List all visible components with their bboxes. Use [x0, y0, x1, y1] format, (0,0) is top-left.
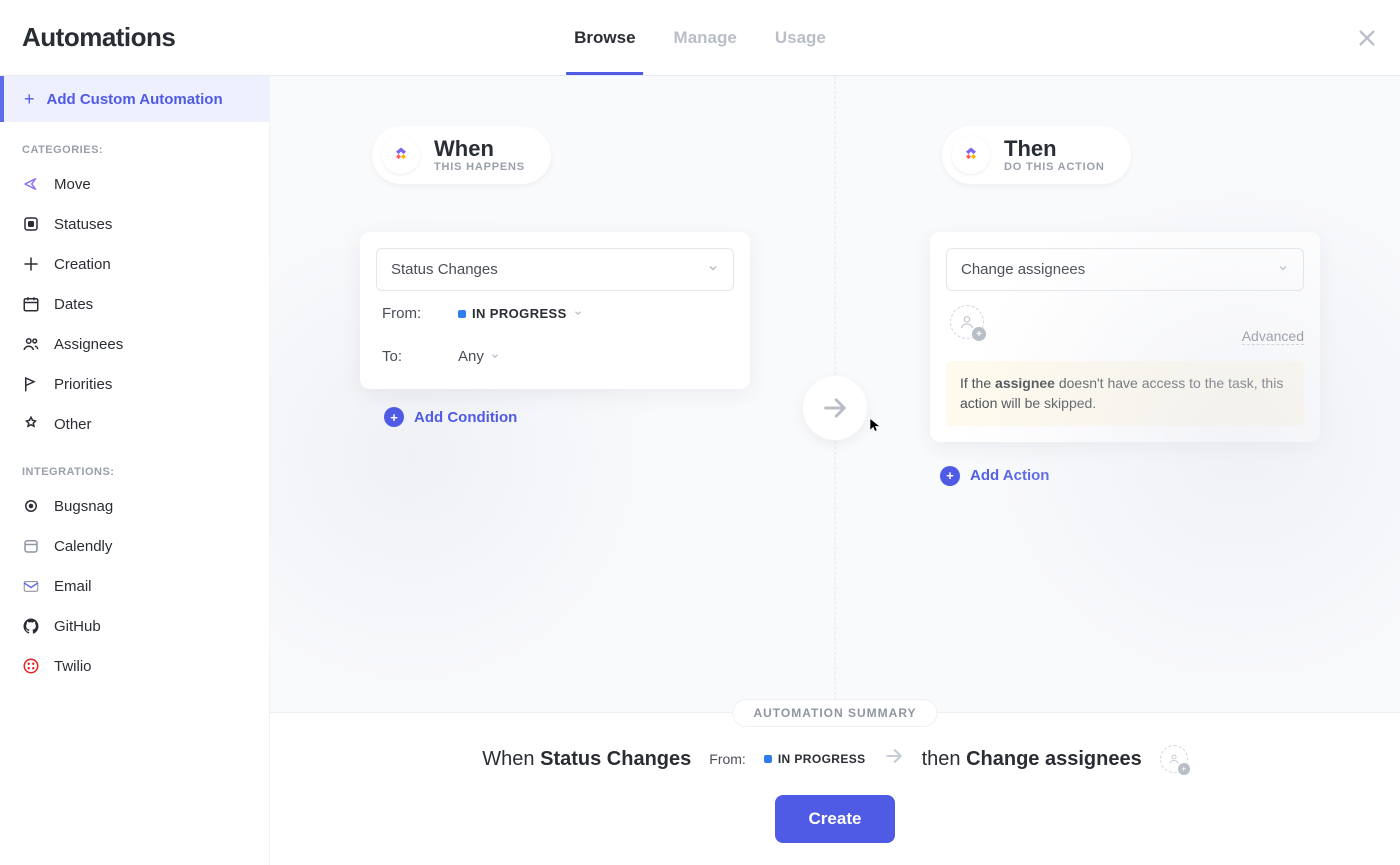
sidebar-item-github[interactable]: GitHub: [0, 606, 269, 646]
email-icon: [22, 577, 40, 595]
from-status-value: IN PROGRESS: [472, 306, 567, 321]
github-icon: [22, 617, 40, 635]
then-subtitle: DO THIS ACTION: [1004, 161, 1105, 173]
add-custom-label: Add Custom Automation: [47, 91, 223, 108]
summary-status-chip: IN PROGRESS: [764, 752, 866, 766]
arrow-right-icon: [803, 376, 867, 440]
sidebar-item-priorities[interactable]: Priorities: [0, 364, 269, 404]
status-color-swatch: [764, 755, 772, 763]
dates-icon: [22, 295, 40, 313]
add-action-button[interactable]: + Add Action: [930, 448, 1320, 486]
automation-summary-footer: AUTOMATION SUMMARY When Status Changes F…: [270, 712, 1400, 865]
clickup-logo-icon: [382, 136, 420, 174]
priorities-icon: [22, 375, 40, 393]
sidebar-item-bugsnag[interactable]: Bugsnag: [0, 486, 269, 526]
summary-badge: AUTOMATION SUMMARY: [732, 699, 937, 727]
statuses-icon: [22, 215, 40, 233]
sidebar-item-assignees[interactable]: Assignees: [0, 324, 269, 364]
tab-usage[interactable]: Usage: [775, 0, 826, 75]
sidebar-item-twilio[interactable]: Twilio: [0, 646, 269, 686]
plus-circle-icon: +: [384, 407, 404, 427]
sidebar-item-label: Move: [54, 176, 91, 193]
from-status-dropdown[interactable]: IN PROGRESS: [458, 306, 583, 321]
trigger-select-value: Status Changes: [391, 261, 498, 278]
status-color-swatch: [458, 310, 466, 318]
chevron-down-icon: [1277, 261, 1289, 278]
automation-canvas: When THIS HAPPENS Status Changes From:: [270, 76, 1400, 865]
summary-assignee-picker[interactable]: +: [1160, 745, 1188, 773]
sidebar: + Add Custom Automation CATEGORIES: Move…: [0, 76, 270, 865]
action-select[interactable]: Change assignees: [946, 248, 1304, 291]
creation-icon: [22, 255, 40, 273]
sidebar-item-label: Priorities: [54, 376, 112, 393]
trigger-select[interactable]: Status Changes: [376, 248, 734, 291]
sidebar-item-email[interactable]: Email: [0, 566, 269, 606]
sidebar-item-calendly[interactable]: Calendly: [0, 526, 269, 566]
integrations-section-label: INTEGRATIONS:: [0, 444, 269, 486]
sidebar-item-label: Twilio: [54, 658, 92, 675]
action-card: Change assignees + Advanced If the assig…: [930, 232, 1320, 442]
advanced-link[interactable]: Advanced: [1242, 328, 1304, 345]
add-action-label: Add Action: [970, 467, 1049, 484]
add-custom-automation-button[interactable]: + Add Custom Automation: [0, 76, 269, 122]
from-row: From: IN PROGRESS: [376, 291, 734, 322]
sidebar-item-label: Statuses: [54, 216, 112, 233]
chevron-down-icon: [573, 306, 583, 321]
to-status-dropdown[interactable]: Any: [458, 348, 500, 365]
sidebar-item-label: Creation: [54, 256, 111, 273]
sidebar-item-label: Assignees: [54, 336, 123, 353]
to-row: To: Any: [376, 322, 734, 371]
bugsnag-icon: [22, 497, 40, 515]
assignees-icon: [22, 335, 40, 353]
tab-manage[interactable]: Manage: [674, 0, 737, 75]
assignee-picker[interactable]: +: [950, 305, 984, 339]
summary-line: When Status Changes From: IN PROGRESS th…: [290, 745, 1380, 773]
page-title: Automations: [0, 22, 175, 53]
plus-badge-icon: +: [972, 327, 986, 341]
plus-icon: +: [24, 90, 35, 108]
sidebar-item-dates[interactable]: Dates: [0, 284, 269, 324]
assignee-warning-note: If the assignee doesn't have access to t…: [946, 361, 1304, 426]
categories-section-label: CATEGORIES:: [0, 122, 269, 164]
clickup-logo-icon: [952, 136, 990, 174]
sidebar-item-other[interactable]: Other: [0, 404, 269, 444]
trigger-card: Status Changes From: IN PROGRESS: [360, 232, 750, 389]
tab-browse[interactable]: Browse: [574, 0, 635, 75]
when-column: When THIS HAPPENS Status Changes From:: [360, 126, 750, 486]
sidebar-item-label: Dates: [54, 296, 93, 313]
move-icon: [22, 175, 40, 193]
sidebar-item-label: Bugsnag: [54, 498, 113, 515]
sidebar-item-statuses[interactable]: Statuses: [0, 204, 269, 244]
sidebar-item-label: Other: [54, 416, 92, 433]
when-subtitle: THIS HAPPENS: [434, 161, 525, 173]
sidebar-item-label: Email: [54, 578, 92, 595]
tabs: Browse Manage Usage: [574, 0, 826, 75]
to-status-value: Any: [458, 348, 484, 365]
twilio-icon: [22, 657, 40, 675]
other-icon: [22, 415, 40, 433]
sidebar-item-label: GitHub: [54, 618, 101, 635]
sidebar-item-move[interactable]: Move: [0, 164, 269, 204]
arrow-right-icon: [884, 746, 904, 772]
then-title: Then: [1004, 137, 1105, 161]
add-condition-label: Add Condition: [414, 409, 517, 426]
plus-badge-icon: +: [1178, 763, 1190, 775]
from-label: From:: [382, 305, 436, 322]
when-header: When THIS HAPPENS: [372, 126, 551, 184]
then-header: Then DO THIS ACTION: [942, 126, 1131, 184]
then-column: Then DO THIS ACTION Change assignees +: [930, 126, 1320, 486]
action-select-value: Change assignees: [961, 261, 1085, 278]
sidebar-item-creation[interactable]: Creation: [0, 244, 269, 284]
sidebar-item-label: Calendly: [54, 538, 112, 555]
calendly-icon: [22, 537, 40, 555]
to-label: To:: [382, 348, 436, 365]
chevron-down-icon: [707, 261, 719, 278]
when-title: When: [434, 137, 525, 161]
create-button[interactable]: Create: [775, 795, 896, 843]
plus-circle-icon: +: [940, 466, 960, 486]
close-icon[interactable]: [1356, 27, 1378, 49]
chevron-down-icon: [490, 348, 500, 365]
add-condition-button[interactable]: + Add Condition: [360, 389, 750, 427]
